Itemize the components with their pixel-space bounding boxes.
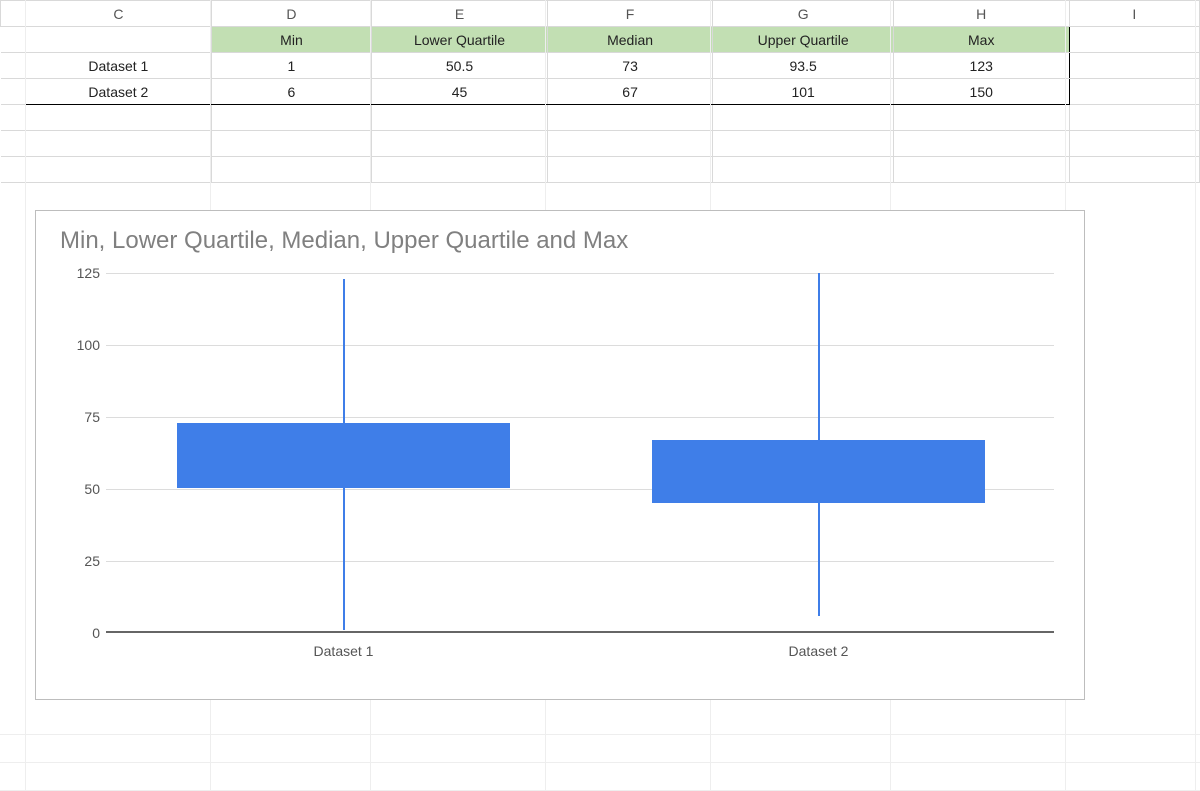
table-row[interactable]: Dataset 1 1 50.5 73 93.5 123 bbox=[1, 53, 1200, 79]
gridline bbox=[106, 273, 1054, 274]
chart-title: Min, Lower Quartile, Median, Upper Quart… bbox=[60, 227, 1064, 255]
x-category-label: Dataset 1 bbox=[314, 643, 374, 659]
table-row[interactable]: Dataset 2 6 45 67 101 150 bbox=[1, 79, 1200, 105]
col-header-F[interactable]: F bbox=[547, 1, 713, 27]
blank-cell[interactable] bbox=[26, 27, 212, 53]
table-row[interactable] bbox=[1, 105, 1200, 131]
empty-cell[interactable] bbox=[1069, 27, 1199, 53]
table-row[interactable]: Min Lower Quartile Median Upper Quartile… bbox=[1, 27, 1200, 53]
cell-ds2-max[interactable]: 150 bbox=[893, 79, 1069, 105]
y-tick-label: 125 bbox=[56, 265, 100, 281]
x-category-label: Dataset 2 bbox=[789, 643, 849, 659]
y-tick-label: 0 bbox=[56, 625, 100, 641]
table-row[interactable] bbox=[1, 131, 1200, 157]
plot-inner bbox=[106, 273, 1054, 633]
cell-ds1-max[interactable]: 123 bbox=[893, 53, 1069, 79]
cell-ds1-median[interactable]: 73 bbox=[547, 53, 713, 79]
col-header-D[interactable]: D bbox=[211, 1, 372, 27]
cell-ds2-lq[interactable]: 45 bbox=[372, 79, 548, 105]
boxplot-chart[interactable]: Min, Lower Quartile, Median, Upper Quart… bbox=[35, 210, 1085, 700]
y-tick-label: 50 bbox=[56, 481, 100, 497]
cell-ds2-uq[interactable]: 101 bbox=[713, 79, 894, 105]
plot-area: 125 100 75 50 25 0 Dataset 1 Dataset 2 bbox=[56, 263, 1064, 663]
empty-cell[interactable] bbox=[1069, 53, 1199, 79]
spreadsheet-table[interactable]: C D E F G H I Min Lower Quartile Median … bbox=[0, 0, 1200, 183]
col-header-G[interactable]: G bbox=[713, 1, 894, 27]
y-tick-label: 75 bbox=[56, 409, 100, 425]
table-row[interactable] bbox=[1, 157, 1200, 183]
corner-cell[interactable] bbox=[1, 1, 26, 27]
cell-ds1-min[interactable]: 1 bbox=[211, 53, 372, 79]
header-min[interactable]: Min bbox=[211, 27, 372, 53]
row-label-ds1[interactable]: Dataset 1 bbox=[26, 53, 212, 79]
col-header-I[interactable]: I bbox=[1069, 1, 1199, 27]
col-header-H[interactable]: H bbox=[893, 1, 1069, 27]
row-number-cell[interactable] bbox=[1, 27, 26, 53]
gridline bbox=[106, 345, 1054, 346]
column-header-row[interactable]: C D E F G H I bbox=[1, 1, 1200, 27]
row-number-cell[interactable] bbox=[1, 53, 26, 79]
gridline bbox=[106, 561, 1054, 562]
cell-ds2-min[interactable]: 6 bbox=[211, 79, 372, 105]
header-median[interactable]: Median bbox=[547, 27, 713, 53]
header-uq[interactable]: Upper Quartile bbox=[713, 27, 894, 53]
box-ds1 bbox=[177, 423, 510, 488]
col-header-C[interactable]: C bbox=[26, 1, 212, 27]
cell-ds1-uq[interactable]: 93.5 bbox=[713, 53, 894, 79]
row-label-ds2[interactable]: Dataset 2 bbox=[26, 79, 212, 105]
box-ds2 bbox=[652, 440, 985, 503]
gridline bbox=[106, 417, 1054, 418]
y-tick-label: 25 bbox=[56, 553, 100, 569]
y-tick-label: 100 bbox=[56, 337, 100, 353]
cell-ds2-median[interactable]: 67 bbox=[547, 79, 713, 105]
header-max[interactable]: Max bbox=[893, 27, 1069, 53]
col-header-E[interactable]: E bbox=[372, 1, 548, 27]
header-lq[interactable]: Lower Quartile bbox=[372, 27, 548, 53]
row-number-cell[interactable] bbox=[1, 79, 26, 105]
cell-ds1-lq[interactable]: 50.5 bbox=[372, 53, 548, 79]
empty-cell[interactable] bbox=[1069, 79, 1199, 105]
